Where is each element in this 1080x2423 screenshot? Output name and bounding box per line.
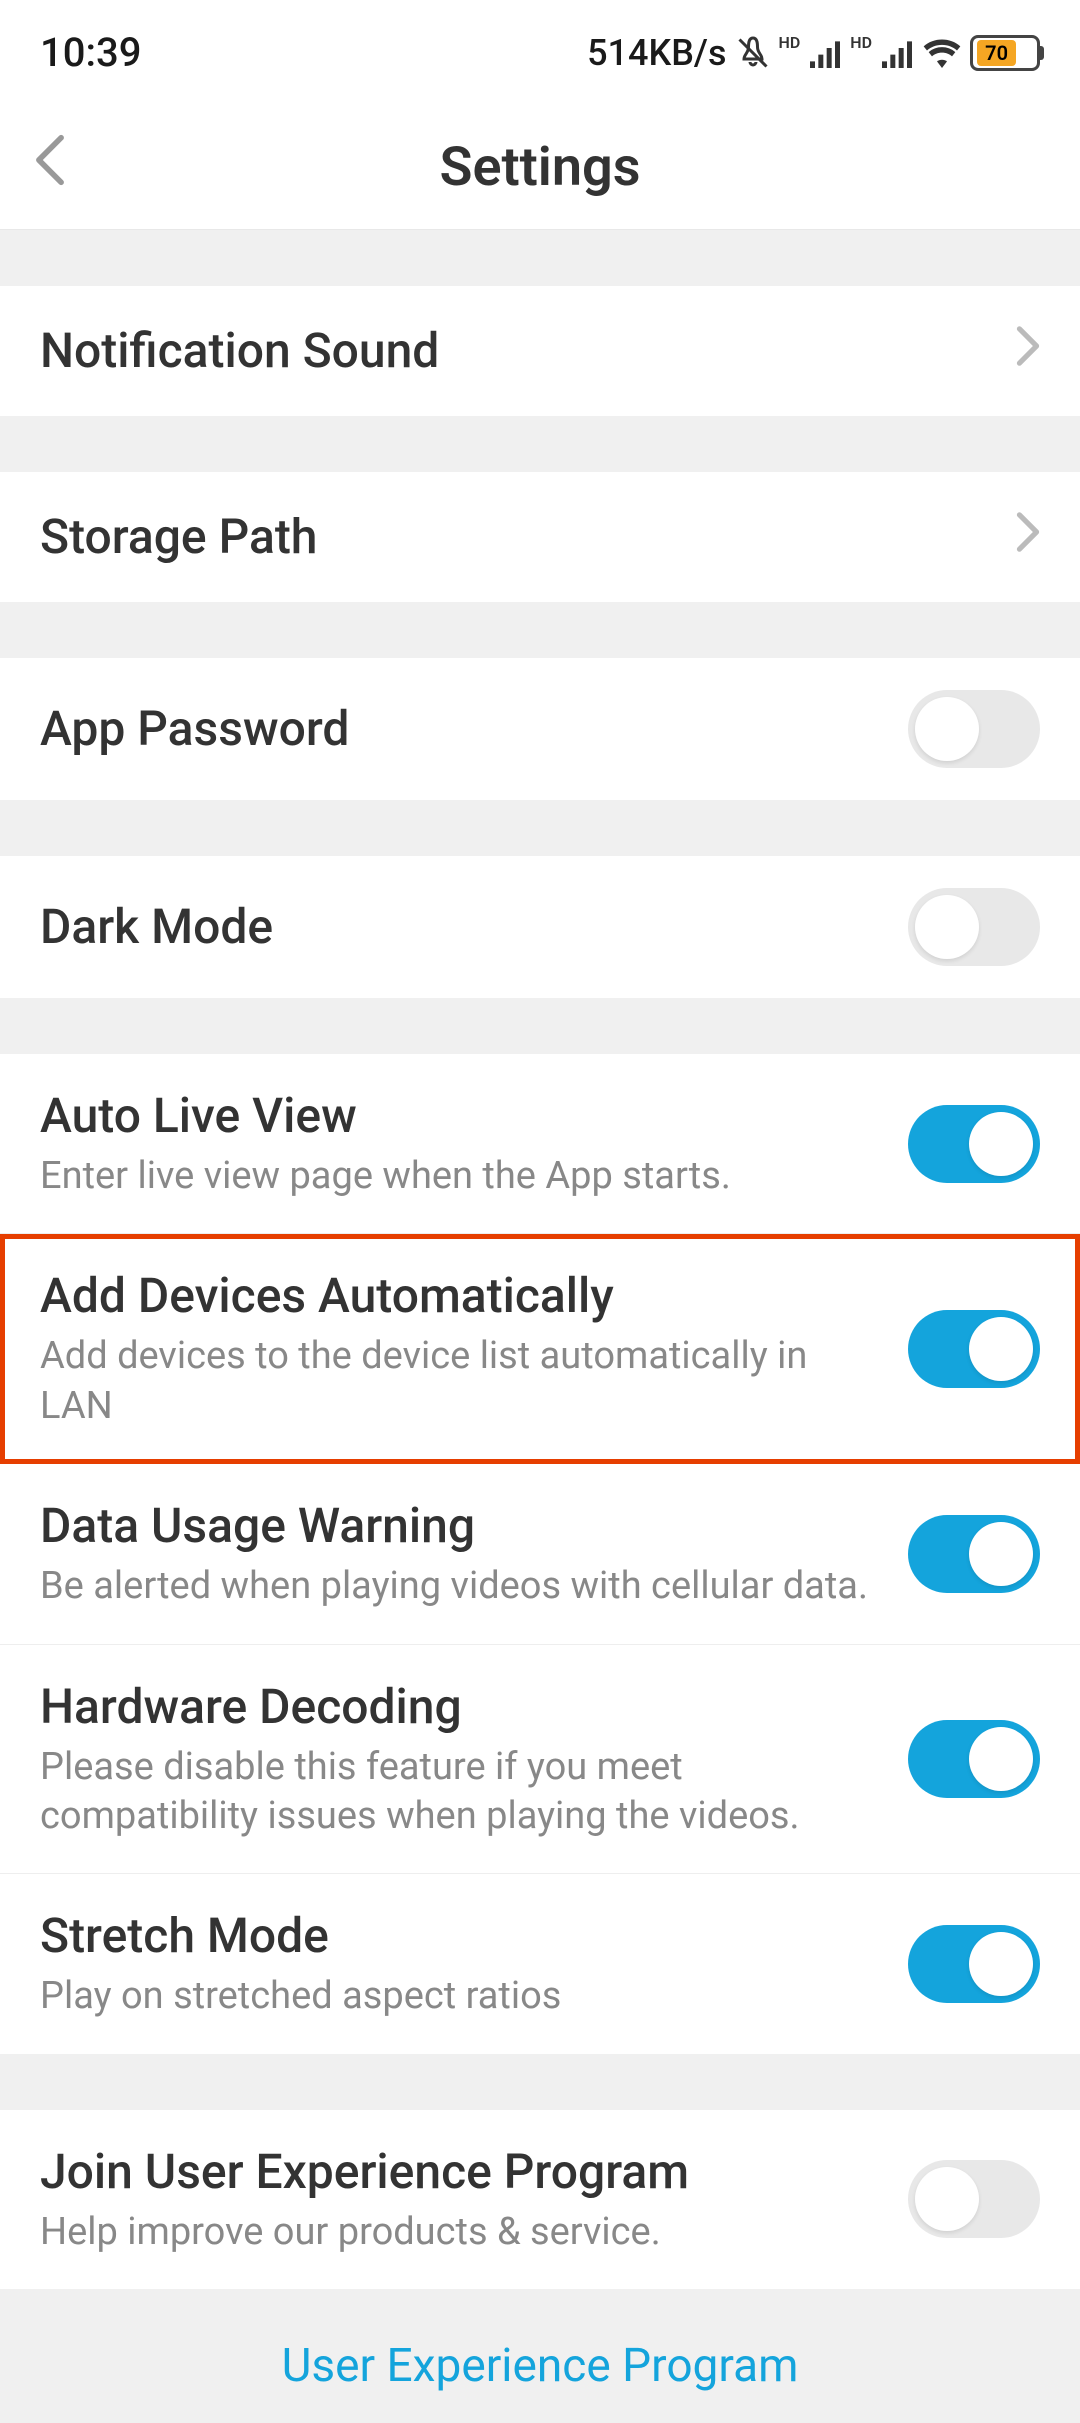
- row-title: App Password: [40, 699, 888, 759]
- signal-icon-2: [880, 38, 914, 68]
- dark-mode-row: Dark Mode: [0, 856, 1080, 998]
- row-text: Notification Sound: [40, 321, 1016, 381]
- chevron-right-icon: [1016, 508, 1040, 566]
- row-text: Auto Live View Enter live view page when…: [40, 1086, 908, 1201]
- hd-label-1: HD: [779, 33, 801, 52]
- section-gap: [0, 800, 1080, 856]
- section-gap: [0, 416, 1080, 472]
- section-gap: [0, 2054, 1080, 2110]
- row-text: Stretch Mode Play on stretched aspect ra…: [40, 1906, 908, 2021]
- section-gap: [0, 230, 1080, 286]
- user-experience-program-link[interactable]: User Experience Program: [282, 2339, 799, 2393]
- page-title: Settings: [440, 136, 641, 199]
- storage-path-row[interactable]: Storage Path: [0, 472, 1080, 602]
- section-gap: [0, 602, 1080, 658]
- row-title: Hardware Decoding: [40, 1677, 888, 1737]
- app-password-row: App Password: [0, 658, 1080, 800]
- hd-label-2: HD: [850, 33, 872, 52]
- stretch-mode-toggle[interactable]: [908, 1925, 1040, 2003]
- row-title: Auto Live View: [40, 1086, 888, 1146]
- battery-level: 70: [977, 40, 1016, 66]
- row-text: Hardware Decoding Please disable this fe…: [40, 1677, 908, 1842]
- battery-icon: 70: [970, 35, 1040, 71]
- row-text: Join User Experience Program Help improv…: [40, 2142, 908, 2257]
- status-bar: 10:39 514KB/s HD HD 70: [0, 0, 1080, 105]
- row-subtitle: Please disable this feature if you meet …: [40, 1743, 888, 1842]
- section-gap: [0, 998, 1080, 1054]
- row-title: Notification Sound: [40, 321, 996, 381]
- row-text: Dark Mode: [40, 897, 908, 957]
- row-title: Stretch Mode: [40, 1906, 888, 1966]
- row-title: Add Devices Automatically: [40, 1266, 888, 1326]
- row-subtitle: Help improve our products & service.: [40, 2208, 888, 2257]
- dark-mode-toggle[interactable]: [908, 888, 1040, 966]
- row-text: Add Devices Automatically Add devices to…: [40, 1266, 908, 1431]
- row-subtitle: Enter live view page when the App starts…: [40, 1152, 888, 1201]
- hardware-decoding-row: Hardware Decoding Please disable this fe…: [0, 1645, 1080, 1875]
- mute-icon: [735, 35, 771, 71]
- auto-live-view-row: Auto Live View Enter live view page when…: [0, 1054, 1080, 1234]
- row-subtitle: Be alerted when playing videos with cell…: [40, 1562, 888, 1611]
- join-uep-row: Join User Experience Program Help improv…: [0, 2110, 1080, 2289]
- data-usage-toggle[interactable]: [908, 1515, 1040, 1593]
- row-text: App Password: [40, 699, 908, 759]
- status-right: 514KB/s HD HD 70: [587, 32, 1040, 74]
- net-speed: 514KB/s: [587, 32, 726, 74]
- add-devices-toggle[interactable]: [908, 1310, 1040, 1388]
- signal-icon-1: [808, 38, 842, 68]
- auto-live-view-toggle[interactable]: [908, 1105, 1040, 1183]
- wifi-icon: [922, 37, 962, 69]
- row-title: Dark Mode: [40, 897, 888, 957]
- row-text: Data Usage Warning Be alerted when playi…: [40, 1496, 908, 1611]
- footer-link-row: User Experience Program: [0, 2289, 1080, 2423]
- row-title: Data Usage Warning: [40, 1496, 888, 1556]
- header: Settings: [0, 105, 1080, 230]
- back-button[interactable]: [35, 134, 65, 200]
- status-time: 10:39: [40, 29, 141, 76]
- app-password-toggle[interactable]: [908, 690, 1040, 768]
- row-title: Join User Experience Program: [40, 2142, 888, 2202]
- hardware-decoding-toggle[interactable]: [908, 1720, 1040, 1798]
- data-usage-warning-row: Data Usage Warning Be alerted when playi…: [0, 1464, 1080, 1644]
- row-title: Storage Path: [40, 507, 996, 567]
- stretch-mode-row: Stretch Mode Play on stretched aspect ra…: [0, 1874, 1080, 2053]
- row-text: Storage Path: [40, 507, 1016, 567]
- add-devices-automatically-row: Add Devices Automatically Add devices to…: [0, 1234, 1080, 1464]
- join-uep-toggle[interactable]: [908, 2160, 1040, 2238]
- row-subtitle: Add devices to the device list automatic…: [40, 1332, 888, 1431]
- row-subtitle: Play on stretched aspect ratios: [40, 1972, 888, 2021]
- notification-sound-row[interactable]: Notification Sound: [0, 286, 1080, 416]
- chevron-right-icon: [1016, 322, 1040, 380]
